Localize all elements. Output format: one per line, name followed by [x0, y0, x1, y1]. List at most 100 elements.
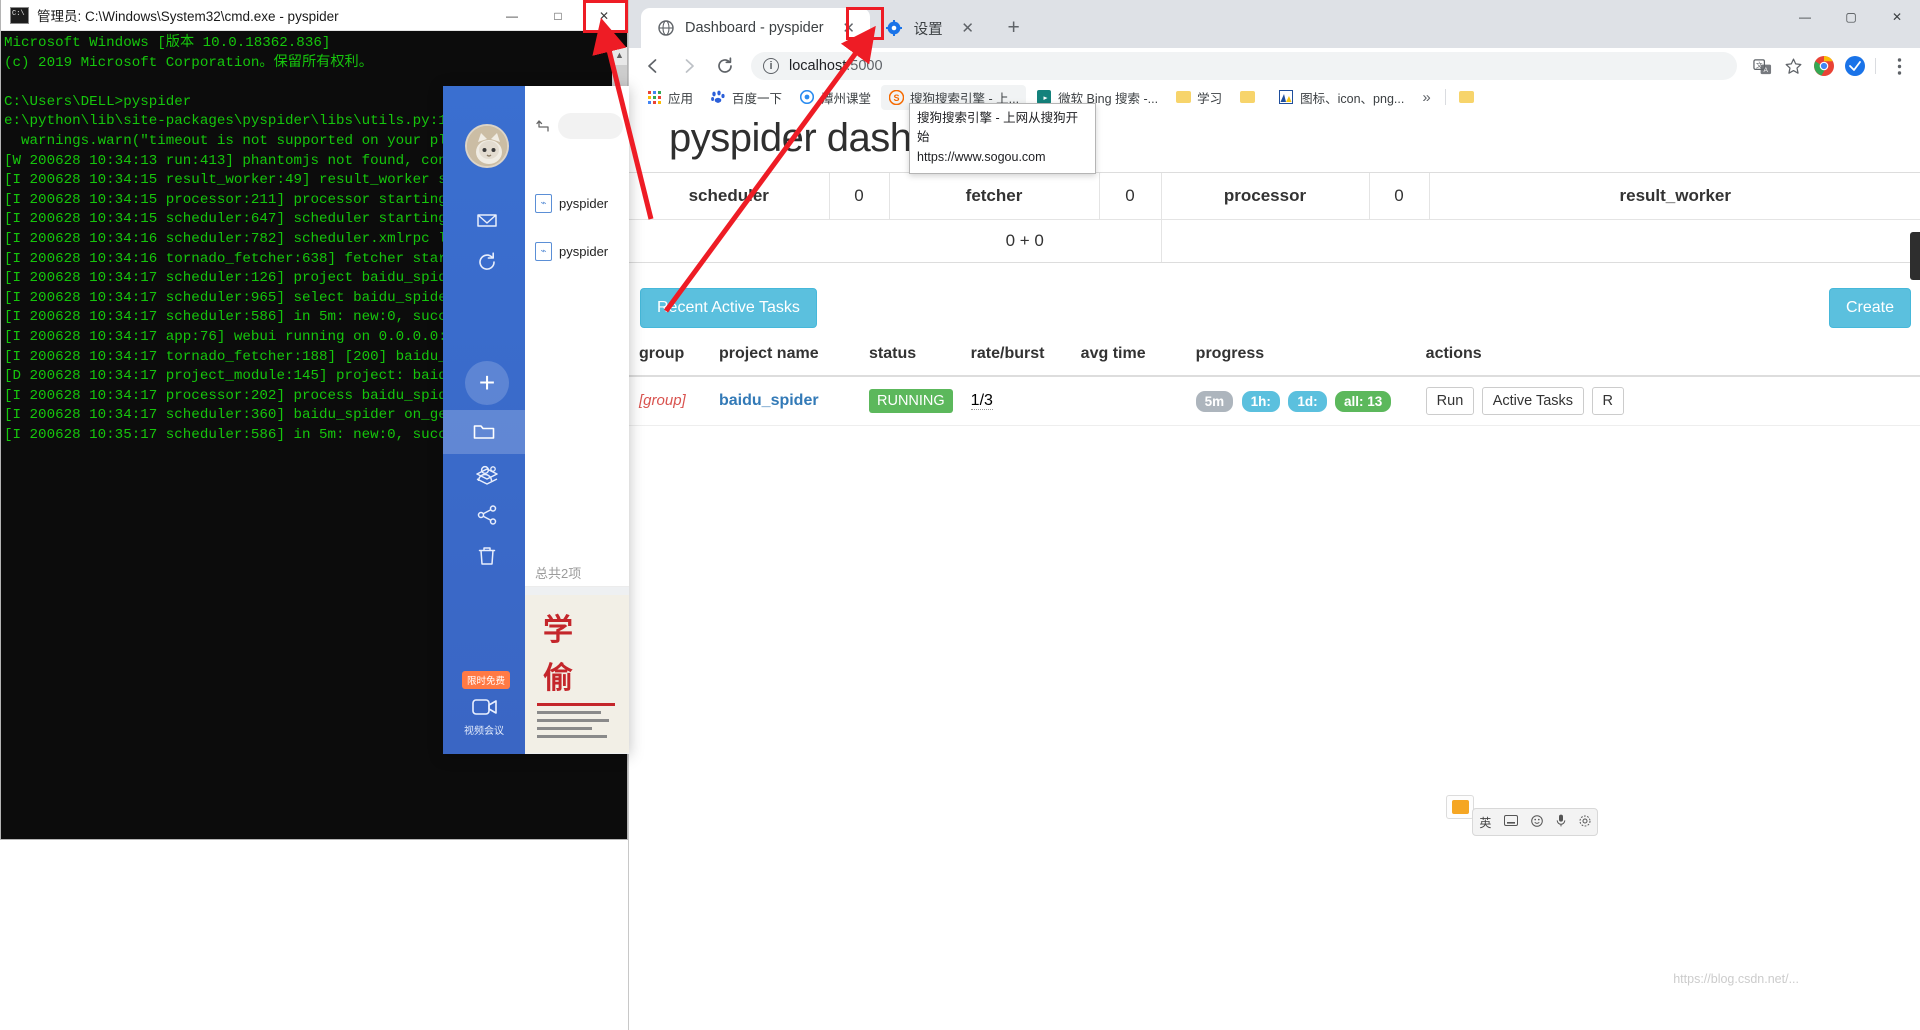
- progress-badge-5m: 5m: [1195, 390, 1234, 412]
- forward-button[interactable]: [673, 50, 705, 82]
- bookmark-tanzhou[interactable]: 潭州课堂: [792, 85, 878, 110]
- browser-toolbar: i localhost:5000 文 A: [629, 48, 1920, 84]
- ime-mode-label[interactable]: 英: [1479, 814, 1491, 831]
- chrome-browser-window: Dashboard - pyspider ✕ 设置 ✕ + — ▢ ✕ i lo…: [628, 0, 1920, 1030]
- info-icon[interactable]: i: [763, 58, 779, 74]
- image-icon: [1278, 89, 1294, 105]
- cmd-icon: [10, 6, 29, 24]
- cell-project-name[interactable]: baidu_spider: [709, 376, 859, 426]
- results-button[interactable]: R: [1591, 387, 1624, 415]
- scroll-up-arrow[interactable]: ▲: [612, 47, 627, 63]
- col-project-name[interactable]: project name: [709, 335, 859, 377]
- bookmark-label: 学习: [1197, 91, 1223, 106]
- counter-value-processor: 0: [1369, 173, 1430, 220]
- bookmarks-divider: [1444, 89, 1446, 105]
- chrome-menu-icon[interactable]: [1885, 52, 1913, 80]
- bookmarks-overflow-button[interactable]: »: [1414, 87, 1438, 108]
- emoji-icon[interactable]: [1531, 814, 1543, 830]
- browser-tab-dashboard[interactable]: Dashboard - pyspider ✕: [641, 8, 870, 48]
- rate-burst-value[interactable]: 1/3: [970, 392, 993, 410]
- cmd-titlebar[interactable]: 管理员: C:\Windows\System32\cmd.exe - pyspi…: [1, 0, 627, 31]
- page-side-handle[interactable]: [1910, 232, 1920, 280]
- qq-panel-content: ⌁ pyspider ⌁ pyspider 总共2项 学 偷: [525, 86, 629, 754]
- total-count-label: 总共2项: [535, 566, 582, 581]
- message-icon[interactable]: [467, 200, 507, 240]
- col-actions[interactable]: actions: [1415, 335, 1920, 377]
- list-item[interactable]: ⌁ pyspider: [525, 180, 629, 226]
- create-project-button[interactable]: Create: [1828, 288, 1911, 328]
- col-group[interactable]: group: [629, 335, 709, 377]
- back-button[interactable]: [637, 50, 669, 82]
- bookmark-apps[interactable]: 应用: [639, 85, 700, 110]
- file-icon: ⌁: [535, 193, 552, 213]
- tooltip-url: https://www.sogou.com: [917, 149, 1046, 164]
- sync-icon[interactable]: [467, 242, 507, 282]
- recent-active-tasks-button[interactable]: Recent Active Tasks: [640, 288, 817, 328]
- browser-minimize-button[interactable]: —: [1782, 0, 1828, 34]
- reload-button[interactable]: [709, 50, 741, 82]
- bookmark-folder-unnamed[interactable]: [1232, 86, 1268, 108]
- translate-icon[interactable]: 文 A: [1748, 52, 1776, 80]
- qq-search-row: [525, 108, 629, 144]
- bookmark-folder-extra[interactable]: [1452, 86, 1488, 108]
- share-icon[interactable]: [467, 495, 507, 535]
- browser-maximize-button[interactable]: ▢: [1828, 0, 1874, 34]
- browser-tab-settings[interactable]: 设置 ✕: [870, 8, 989, 48]
- bookmark-folder-study[interactable]: 学习: [1168, 85, 1229, 110]
- contacts-icon[interactable]: [467, 454, 507, 494]
- col-avg-time[interactable]: avg time: [1070, 335, 1186, 377]
- extension-icon[interactable]: [1841, 52, 1869, 80]
- bookmarks-bar: 应用 百度一下 潭州课堂 S 搜狗搜索引擎 - 上... 微软 Bing 搜索 …: [629, 84, 1920, 110]
- console-line: Microsoft Windows [版本 10.0.18362.836]: [4, 35, 331, 51]
- col-status[interactable]: status: [859, 335, 961, 377]
- star-icon[interactable]: [1779, 52, 1807, 80]
- bookmark-icons[interactable]: 图标、icon、png...: [1271, 85, 1411, 110]
- ime-toolbar[interactable]: 英: [1472, 808, 1598, 836]
- keyboard-icon[interactable]: [1504, 815, 1519, 829]
- ime-logo-icon[interactable]: [1446, 795, 1474, 819]
- counter-label-processor: processor: [1161, 173, 1370, 220]
- progress-badge-all: all: 13: [1335, 390, 1392, 412]
- project-name-link[interactable]: baidu_spider: [719, 392, 819, 409]
- bookmark-label: 百度一下: [732, 91, 783, 106]
- folder-icon: [1239, 89, 1255, 105]
- new-tab-button[interactable]: +: [999, 13, 1029, 43]
- address-bar[interactable]: i localhost:5000: [751, 52, 1737, 80]
- bookmark-label: 潭州课堂: [821, 91, 872, 106]
- watermark-text: https://blog.csdn.net/...: [1673, 972, 1799, 986]
- run-button[interactable]: Run: [1425, 387, 1475, 415]
- counter-value-fetcher: 0: [1099, 173, 1162, 220]
- mic-icon[interactable]: [1556, 814, 1566, 830]
- thumb-word: 学: [543, 614, 573, 647]
- list-item[interactable]: ⌁ pyspider: [525, 228, 629, 274]
- thumb-word: 偷: [543, 662, 573, 695]
- chrome-profile-icon[interactable]: [1810, 52, 1838, 80]
- cell-rate-burst[interactable]: 1/3: [960, 376, 1071, 426]
- back-icon[interactable]: [528, 111, 558, 141]
- folder-icon: [1459, 89, 1475, 105]
- bookmark-baidu[interactable]: 百度一下: [703, 85, 789, 110]
- tanzhou-icon: [799, 89, 815, 105]
- avatar[interactable]: [465, 124, 509, 168]
- table-row[interactable]: [group] baidu_spider RUNNING 1/3 5m 1h: …: [629, 376, 1920, 426]
- qq-sidebar-rail: + 限时免费 视频会议: [443, 86, 525, 754]
- col-rate-burst[interactable]: rate/burst: [960, 335, 1071, 377]
- tab-close-button[interactable]: ✕: [957, 17, 979, 39]
- svg-text:文: 文: [1755, 60, 1762, 69]
- cell-group[interactable]: [group]: [629, 376, 709, 426]
- col-progress[interactable]: progress: [1185, 335, 1416, 377]
- add-icon[interactable]: +: [465, 361, 509, 405]
- video-meeting-icon[interactable]: [469, 693, 501, 721]
- group-link[interactable]: [group]: [639, 392, 686, 409]
- cmd-minimize-button[interactable]: —: [489, 0, 535, 31]
- file-thumbnail-preview[interactable]: 学 偷: [525, 586, 629, 754]
- browser-close-button[interactable]: ✕: [1874, 0, 1920, 34]
- active-tasks-button[interactable]: Active Tasks: [1481, 387, 1585, 415]
- search-input[interactable]: [558, 113, 623, 139]
- gear-icon: [886, 20, 903, 37]
- counter-label-fetcher: fetcher: [889, 173, 1100, 220]
- settings-icon[interactable]: [1579, 815, 1591, 830]
- cmd-maximize-button[interactable]: □: [535, 0, 581, 31]
- folder-icon[interactable]: [443, 410, 525, 454]
- trash-icon[interactable]: [467, 536, 507, 576]
